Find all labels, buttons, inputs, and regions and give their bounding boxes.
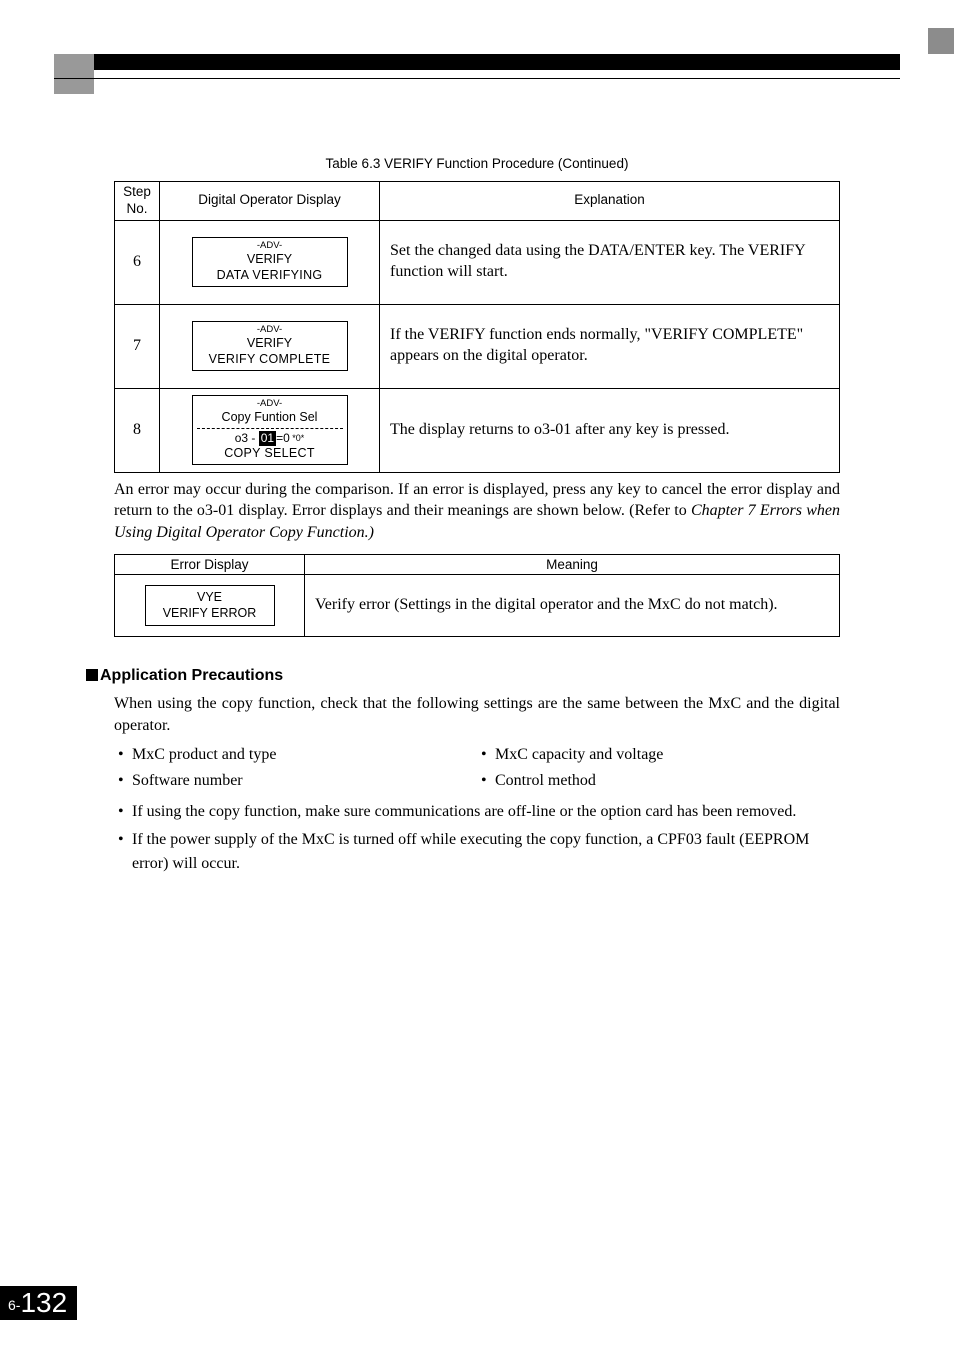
list-item: If the power supply of the MxC is turned…	[114, 828, 840, 876]
err-meaning-cell: Verify error (Settings in the digital op…	[305, 574, 840, 637]
col-head-explanation: Explanation	[380, 182, 840, 221]
list-item: MxC product and type	[114, 742, 477, 768]
two-column-list: MxC product and type MxC capacity and vo…	[114, 742, 840, 793]
procedure-table: StepNo. Digital Operator Display Explana…	[114, 181, 840, 473]
lcd-line: COPY SELECT	[197, 446, 343, 462]
section-title: Application Precautions	[100, 667, 283, 684]
page-content: Table 6.3 VERIFY Function Procedure (Con…	[0, 74, 954, 876]
err-head-meaning: Meaning	[305, 554, 840, 574]
page-header	[0, 0, 954, 74]
lcd-line: VERIFY ERROR	[150, 605, 270, 622]
err-display-cell: VYE VERIFY ERROR	[115, 574, 305, 637]
lcd-line: VERIFY	[197, 252, 343, 268]
lcd-param-line: o3 - 01=0 *0*	[197, 428, 343, 446]
param-star: *0*	[290, 433, 305, 443]
lcd-line: Copy Funtion Sel	[197, 410, 343, 426]
explanation-cell: The display returns to o3-01 after any k…	[380, 388, 840, 472]
lcd-display: VYE VERIFY ERROR	[145, 585, 275, 627]
header-side-tab	[54, 54, 94, 94]
list-item: MxC capacity and voltage	[477, 742, 840, 768]
param-suffix: =0	[276, 431, 290, 445]
square-bullet-icon	[86, 669, 98, 681]
page-number: 132	[20, 1287, 67, 1318]
lcd-line: -ADV-	[197, 324, 343, 336]
bullet-list: If using the copy function, make sure co…	[114, 800, 840, 876]
table-caption: Table 6.3 VERIFY Function Procedure (Con…	[114, 156, 840, 171]
step-number: 8	[115, 388, 160, 472]
col-head-step: StepNo.	[115, 182, 160, 221]
display-cell: -ADV- VERIFY VERIFY COMPLETE	[160, 304, 380, 388]
list-item: If using the copy function, make sure co…	[114, 800, 840, 824]
body-paragraph: When using the copy function, check that…	[114, 693, 840, 736]
lcd-line: -ADV-	[197, 398, 343, 410]
table-row: 7 -ADV- VERIFY VERIFY COMPLETE If the VE…	[115, 304, 840, 388]
page-footer: 6-132	[0, 1286, 77, 1320]
lcd-display: -ADV- VERIFY VERIFY COMPLETE	[192, 321, 348, 371]
lcd-line: VYE	[150, 589, 270, 606]
lcd-display: -ADV- Copy Funtion Sel o3 - 01=0 *0* COP…	[192, 395, 348, 465]
display-cell: -ADV- Copy Funtion Sel o3 - 01=0 *0* COP…	[160, 388, 380, 472]
param-highlight: 01	[259, 431, 276, 446]
table-row: 6 -ADV- VERIFY DATA VERIFYING Set the ch…	[115, 220, 840, 304]
table-row: 8 -ADV- Copy Funtion Sel o3 - 01=0 *0* C…	[115, 388, 840, 472]
error-table: Error Display Meaning VYE VERIFY ERROR V…	[114, 554, 840, 638]
explanation-cell: Set the changed data using the DATA/ENTE…	[380, 220, 840, 304]
table-row: VYE VERIFY ERROR Verify error (Settings …	[115, 574, 840, 637]
section-heading: Application Precautions	[86, 667, 840, 685]
err-head-display: Error Display	[115, 554, 305, 574]
col-head-display: Digital Operator Display	[160, 182, 380, 221]
lcd-line: VERIFY	[197, 336, 343, 352]
step-number: 6	[115, 220, 160, 304]
header-decor-square	[928, 28, 954, 54]
lcd-line: DATA VERIFYING	[197, 268, 343, 284]
explanation-cell: If the VERIFY function ends normally, "V…	[380, 304, 840, 388]
note-paragraph: An error may occur during the comparison…	[114, 479, 840, 544]
lcd-line: -ADV-	[197, 240, 343, 252]
header-black-bar	[54, 54, 900, 70]
chapter-number: 6	[8, 1297, 16, 1313]
display-cell: -ADV- VERIFY DATA VERIFYING	[160, 220, 380, 304]
lcd-line: VERIFY COMPLETE	[197, 352, 343, 368]
lcd-display: -ADV- VERIFY DATA VERIFYING	[192, 237, 348, 287]
step-number: 7	[115, 304, 160, 388]
list-item: Software number	[114, 768, 477, 794]
header-thin-line	[54, 78, 900, 79]
list-item: Control method	[477, 768, 840, 794]
param-prefix: o3 -	[235, 431, 259, 445]
